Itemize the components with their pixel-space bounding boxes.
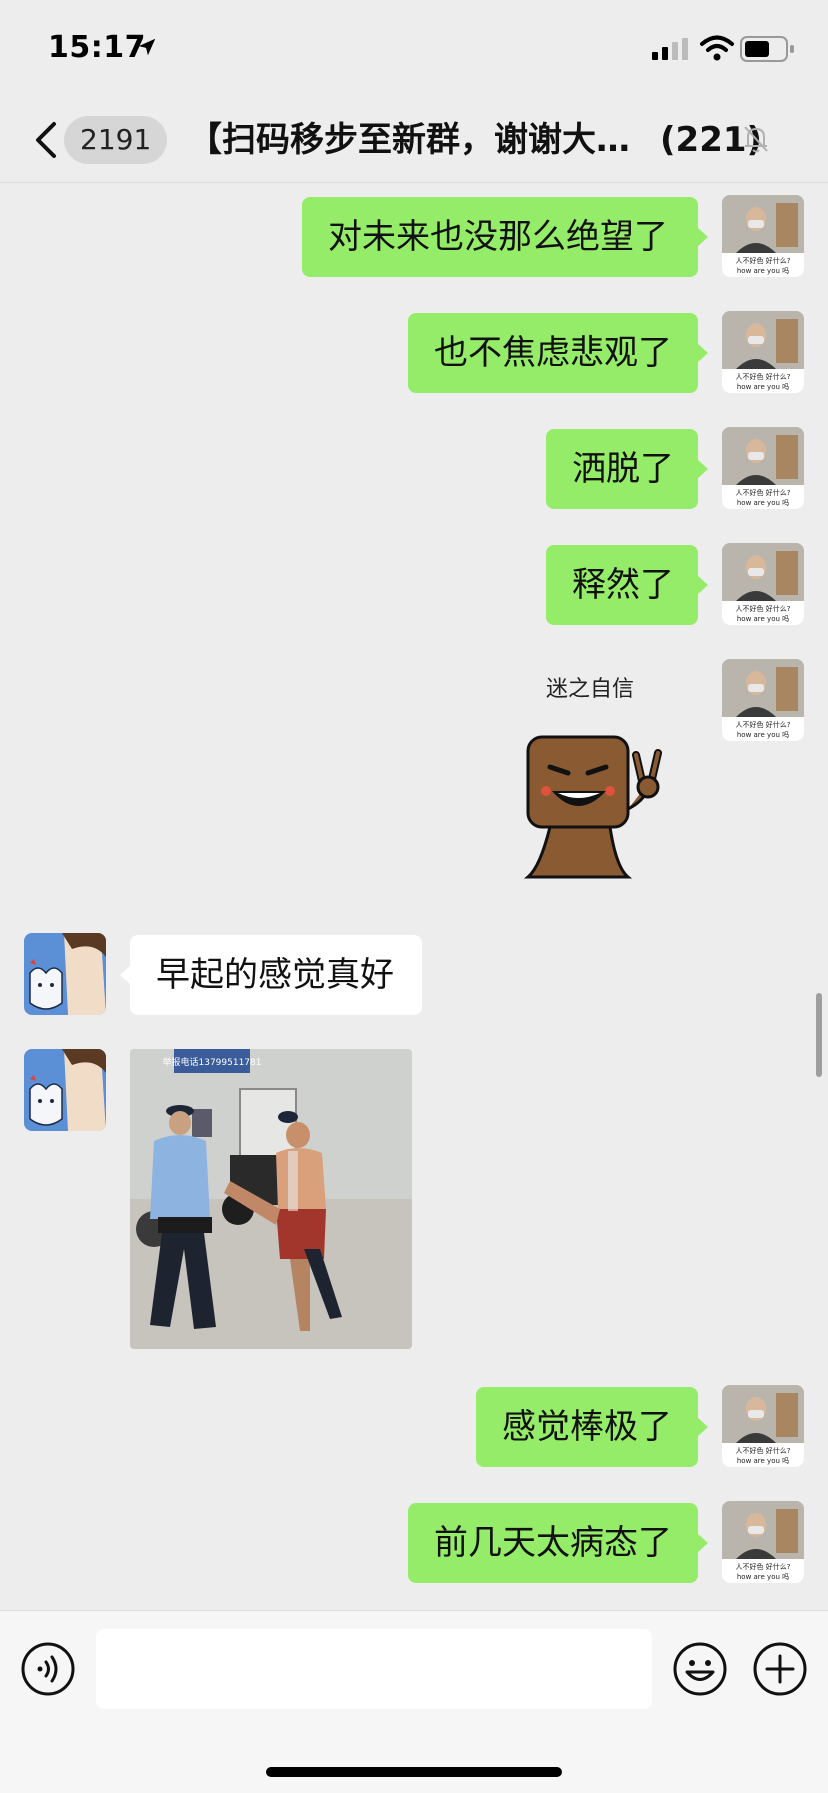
avatar-caption: how are you 吗 — [737, 267, 789, 275]
avatar[interactable]: 人不好色 好什么? how are you 吗 — [722, 427, 804, 509]
self-avatar-image: 人不好色 好什么? how are you 吗 — [722, 195, 804, 277]
avatar-caption: how are you 吗 — [737, 1457, 789, 1465]
photo-thumbnail: 举报电话13799511781 — [130, 1049, 412, 1349]
avatar-caption: how are you 吗 — [737, 383, 789, 391]
avatar-caption: how are you 吗 — [737, 1573, 789, 1581]
avatar-caption: 人不好色 好什么? — [736, 604, 791, 613]
plus-icon — [753, 1642, 807, 1696]
back-chevron-icon — [36, 122, 56, 158]
status-time: 15:17 — [48, 30, 146, 65]
avatar-caption: how are you 吗 — [737, 615, 789, 623]
cellular-signal-icon — [652, 38, 690, 60]
back-button[interactable] — [28, 118, 64, 162]
wifi-icon — [700, 34, 734, 62]
message-bubble[interactable]: 也不焦虑悲观了 — [408, 313, 708, 393]
voice-button[interactable] — [20, 1641, 76, 1697]
avatar[interactable]: 人不好色 好什么? how are you 吗 — [722, 311, 804, 393]
chat-title[interactable]: 【扫码移步至新群，谢谢大… — [188, 114, 658, 166]
avatar-caption: how are you 吗 — [737, 499, 789, 507]
message-bubble[interactable]: 洒脱了 — [546, 429, 708, 509]
message-row: 举报电话13799511781 — [0, 1049, 828, 1353]
home-indicator — [266, 1767, 562, 1777]
avatar-caption: 人不好色 好什么? — [736, 256, 791, 265]
message-bubble[interactable]: 释然了 — [546, 545, 708, 625]
location-arrow-icon — [136, 36, 158, 58]
chat-header: 2191 【扫码移步至新群，谢谢大… (221) — [0, 96, 828, 183]
avatar-caption: 人不好色 好什么? — [736, 720, 791, 729]
self-avatar-image: 人不好色 好什么? how are you 吗 — [722, 311, 804, 393]
message-bubble[interactable]: 感觉棒极了 — [476, 1387, 708, 1467]
unread-count-badge[interactable]: 2191 — [64, 116, 168, 164]
avatar-caption: 人不好色 好什么? — [736, 1562, 791, 1571]
message-row: 感觉棒极了 人不好色 好什么? how are you 吗 — [0, 1385, 828, 1469]
input-bar — [0, 1610, 828, 1793]
sticker-caption: 迷之自信 — [545, 677, 634, 702]
message-row: 洒脱了 人不好色 好什么? how are you 吗 — [0, 427, 828, 511]
avatar[interactable]: 人不好色 好什么? how are you 吗 — [722, 1501, 804, 1583]
other-avatar-image — [24, 1049, 106, 1131]
self-avatar-image: 人不好色 好什么? how are you 吗 — [722, 1501, 804, 1583]
other-avatar-image — [24, 933, 106, 1015]
message-bubble[interactable]: 早起的感觉真好 — [120, 935, 422, 1015]
avatar-caption: 人不好色 好什么? — [736, 488, 791, 497]
photo-sign-text: 举报电话13799511781 — [163, 1056, 262, 1068]
voice-icon — [21, 1642, 75, 1696]
status-bar: 15:17 — [0, 0, 828, 96]
emoji-icon — [673, 1642, 727, 1696]
plus-button[interactable] — [752, 1641, 808, 1697]
scrollbar[interactable] — [816, 993, 822, 1077]
avatar[interactable]: 人不好色 好什么? how are you 吗 — [722, 195, 804, 277]
avatar[interactable]: 人不好色 好什么? how are you 吗 — [722, 1385, 804, 1467]
message-row: 早起的感觉真好 — [0, 933, 828, 1017]
message-row: 前几天太病态了 人不好色 好什么? how are you 吗 — [0, 1501, 828, 1585]
avatar[interactable] — [24, 1049, 106, 1131]
mute-bell-icon — [742, 124, 770, 154]
self-avatar-image: 人不好色 好什么? how are you 吗 — [722, 659, 804, 741]
avatar[interactable]: 人不好色 好什么? how are you 吗 — [722, 543, 804, 625]
self-avatar-image: 人不好色 好什么? how are you 吗 — [722, 427, 804, 509]
message-bubble[interactable]: 对未来也没那么绝望了 — [302, 197, 708, 277]
message-row: 也不焦虑悲观了 人不好色 好什么? how are you 吗 — [0, 311, 828, 395]
message-list[interactable]: 对未来也没那么绝望了 人不好色 好什么? how are you 吗 也不焦虑悲… — [0, 183, 828, 1610]
emoji-button[interactable] — [672, 1641, 728, 1697]
avatar-caption: 人不好色 好什么? — [736, 1446, 791, 1455]
sticker-message[interactable]: 迷之自信 — [500, 659, 700, 879]
sticker-character-icon — [523, 735, 662, 879]
battery-icon — [740, 36, 796, 62]
avatar-caption: 人不好色 好什么? — [736, 372, 791, 381]
avatar-caption: how are you 吗 — [737, 731, 789, 739]
image-message[interactable]: 举报电话13799511781 — [130, 1049, 412, 1349]
self-avatar-image: 人不好色 好什么? how are you 吗 — [722, 543, 804, 625]
message-row: 释然了 人不好色 好什么? how are you 吗 — [0, 543, 828, 627]
avatar[interactable]: 人不好色 好什么? how are you 吗 — [722, 659, 804, 741]
message-input[interactable] — [96, 1629, 652, 1709]
self-avatar-image: 人不好色 好什么? how are you 吗 — [722, 1385, 804, 1467]
message-bubble[interactable]: 前几天太病态了 — [408, 1503, 708, 1583]
avatar[interactable] — [24, 933, 106, 1015]
message-row: 迷之自信 人不好色 好什么? how are you 吗 — [0, 659, 828, 891]
message-row: 对未来也没那么绝望了 人不好色 好什么? how are you 吗 — [0, 195, 828, 279]
